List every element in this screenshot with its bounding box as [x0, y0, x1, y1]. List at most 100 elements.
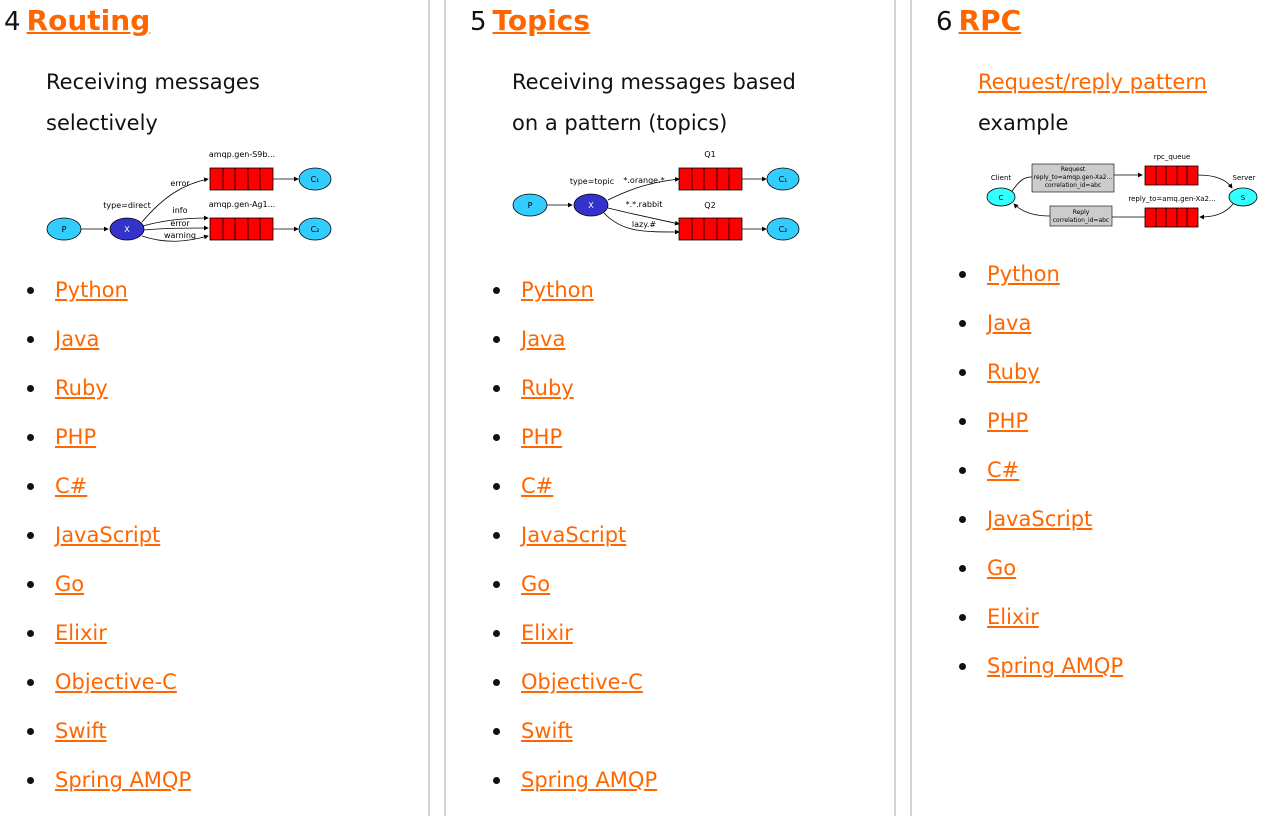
language-link[interactable]: Go	[521, 570, 550, 598]
exchange-label: X	[588, 201, 594, 210]
language-link[interactable]: Go	[55, 570, 84, 598]
language-link[interactable]: Java	[55, 325, 99, 353]
bullet-icon	[493, 287, 500, 294]
bullet-icon	[27, 728, 34, 735]
tutorial-topics: 5 Topics Receiving messages based on a pa…	[446, 0, 894, 816]
request-reply-link[interactable]: Request/reply pattern	[978, 70, 1207, 94]
binding-label: warning	[164, 231, 196, 240]
tutorial-description: Receiving messages selectively	[46, 62, 366, 144]
language-link[interactable]: Spring AMQP	[987, 652, 1123, 680]
tutorial-number: 6	[936, 7, 953, 37]
bullet-icon	[959, 271, 966, 278]
bullet-icon	[959, 418, 966, 425]
consumer-label: C₁	[779, 175, 788, 184]
bullet-icon	[493, 630, 500, 637]
language-link[interactable]: C#	[987, 456, 1019, 484]
description-line: on a pattern (topics)	[512, 111, 728, 135]
language-link[interactable]: PHP	[55, 423, 96, 451]
bullet-icon	[27, 336, 34, 343]
bullet-icon	[493, 581, 500, 588]
tutorial-heading: 6 RPC	[936, 4, 1021, 37]
tutorial-title-link[interactable]: RPC	[959, 4, 1022, 37]
bullet-icon	[959, 663, 966, 670]
exchange-label: X	[124, 225, 130, 234]
bullet-icon	[493, 434, 500, 441]
queue-name: Q2	[704, 201, 715, 210]
description-line: example	[978, 111, 1069, 135]
language-link[interactable]: Ruby	[987, 358, 1040, 386]
tutorial-title-link[interactable]: Routing	[27, 4, 151, 37]
language-link[interactable]: Java	[987, 309, 1031, 337]
bullet-icon	[959, 320, 966, 327]
language-link[interactable]: C#	[55, 472, 87, 500]
consumer-label: C₁	[311, 175, 320, 184]
svg-text:correlation_id=abc: correlation_id=abc	[1045, 182, 1101, 189]
language-link[interactable]: JavaScript	[987, 505, 1092, 533]
bullet-icon	[493, 728, 500, 735]
language-link[interactable]: Spring AMQP	[521, 766, 657, 794]
svg-text:Request: Request	[1061, 166, 1086, 173]
bullet-icon	[959, 369, 966, 376]
request-box: Request reply_to=amqp.gen-Xa2... correla…	[1031, 163, 1115, 193]
exchange-type-label: type=direct	[103, 201, 150, 210]
bullet-icon	[959, 467, 966, 474]
language-link[interactable]: C#	[521, 472, 553, 500]
bullet-icon	[493, 483, 500, 490]
language-link[interactable]: Python	[55, 276, 128, 304]
bullet-icon	[27, 777, 34, 784]
tutorial-title-link[interactable]: Topics	[493, 4, 591, 37]
queue-shape	[678, 217, 743, 241]
producer-label: P	[62, 225, 67, 234]
reply-box: Reply correlation_id=abc	[1049, 205, 1113, 227]
queue-name: amqp.gen-S9b...	[209, 150, 275, 159]
language-link[interactable]: PHP	[521, 423, 562, 451]
rpc-queue-name: rpc_queue	[1154, 153, 1191, 161]
binding-label: info	[172, 206, 187, 215]
language-link[interactable]: JavaScript	[521, 521, 626, 549]
binding-label: error	[170, 179, 190, 188]
language-link[interactable]: Swift	[55, 717, 107, 745]
language-link[interactable]: Objective-C	[55, 668, 177, 696]
language-link[interactable]: Java	[521, 325, 565, 353]
queue-name: amqp.gen-Ag1...	[209, 200, 275, 209]
bullet-icon	[493, 679, 500, 686]
bullet-icon	[959, 516, 966, 523]
language-link[interactable]: Elixir	[55, 619, 107, 647]
language-link[interactable]: Python	[987, 260, 1060, 288]
description-line: selectively	[46, 111, 158, 135]
language-link[interactable]: Go	[987, 554, 1016, 582]
svg-text:correlation_id=abc: correlation_id=abc	[1053, 217, 1109, 224]
bullet-icon	[27, 532, 34, 539]
queue-shape	[678, 167, 743, 191]
bullet-icon	[27, 630, 34, 637]
language-link[interactable]: Swift	[521, 717, 573, 745]
reply-queue-name: reply_to=amq.gen-Xa2...	[1128, 195, 1215, 203]
bullet-icon	[493, 777, 500, 784]
language-link[interactable]: Ruby	[55, 374, 108, 402]
routing-diagram: P X type=direct error info error warning…	[46, 146, 336, 250]
bullet-icon	[27, 483, 34, 490]
language-link[interactable]: Objective-C	[521, 668, 643, 696]
bullet-icon	[27, 679, 34, 686]
bullet-icon	[27, 385, 34, 392]
queue-shape	[209, 217, 274, 241]
language-link[interactable]: Spring AMQP	[55, 766, 191, 794]
tutorial-heading: 4 Routing	[4, 4, 150, 37]
bullet-icon	[27, 287, 34, 294]
language-link[interactable]: JavaScript	[55, 521, 160, 549]
svg-text:reply_to=amqp.gen-Xa2...: reply_to=amqp.gen-Xa2...	[1034, 174, 1113, 181]
rpc-diagram: Client C Request reply_to=amqp.gen-Xa2..…	[984, 150, 1264, 234]
bullet-icon	[27, 581, 34, 588]
queue-shape	[209, 167, 274, 191]
language-link[interactable]: Elixir	[521, 619, 573, 647]
language-link[interactable]: Python	[521, 276, 594, 304]
queue-shape	[1144, 165, 1199, 186]
bullet-icon	[493, 385, 500, 392]
topics-diagram: P X type=topic *.orange.* *.*.rabbit laz…	[512, 146, 802, 250]
language-link[interactable]: PHP	[987, 407, 1028, 435]
language-link[interactable]: Ruby	[521, 374, 574, 402]
binding-label: *.orange.*	[623, 176, 664, 185]
language-link[interactable]: Elixir	[987, 603, 1039, 631]
tutorial-rpc: 6 RPC Request/reply pattern example Clien…	[912, 0, 1264, 816]
binding-label: error	[170, 219, 190, 228]
